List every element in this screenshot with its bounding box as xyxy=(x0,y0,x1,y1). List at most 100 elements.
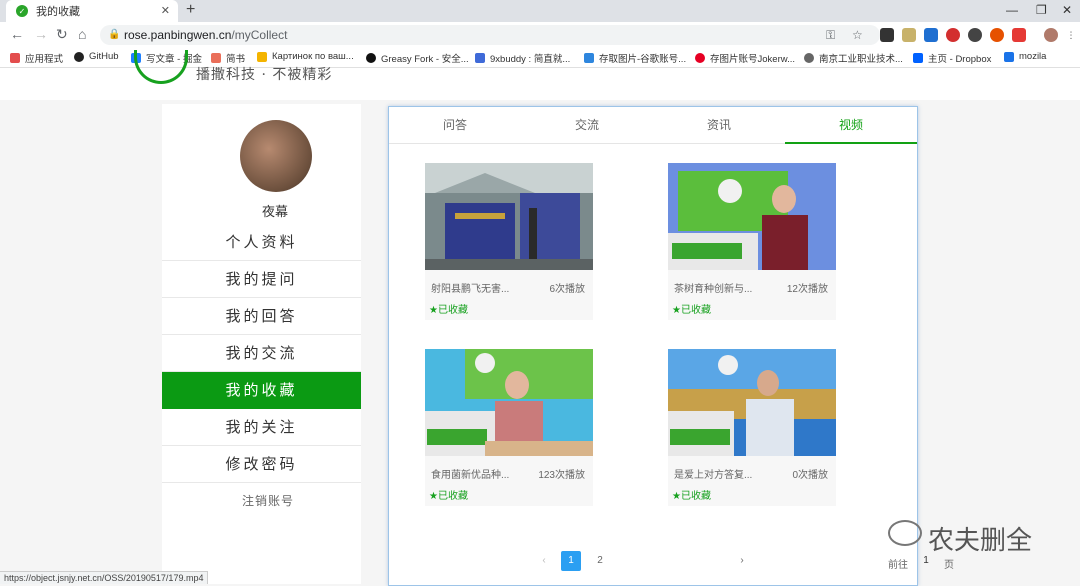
browser-tab[interactable]: ✓ 我的收藏 ✕ xyxy=(6,0,178,22)
video-thumbnail[interactable] xyxy=(668,349,836,456)
status-bar-url: https://object.jsnjy.net.cn/OSS/20190517… xyxy=(0,571,209,584)
key-icon[interactable]: ⚿ xyxy=(826,25,835,45)
sidebar-item-exchanges[interactable]: 我的交流 xyxy=(162,335,361,372)
tab-close-icon[interactable]: ✕ xyxy=(161,4,170,17)
apps-icon xyxy=(10,53,20,63)
site-header: 播撒科技 · 不被精彩 xyxy=(0,50,1080,100)
tab-qa[interactable]: 问答 xyxy=(389,107,521,144)
bookmark-item[interactable]: 简书 xyxy=(211,51,245,65)
video-title[interactable]: 是爱上对方答复... xyxy=(674,466,752,481)
menu-kebab-icon[interactable]: ⋮ xyxy=(1064,28,1078,42)
bookmark-item[interactable]: 南京工业职业技术... xyxy=(804,51,903,65)
image-icon xyxy=(257,51,267,62)
site-slogan: 播撒科技 · 不被精彩 xyxy=(196,67,333,83)
logout-link[interactable]: 注销账号 xyxy=(162,492,374,509)
extension-icon[interactable] xyxy=(924,28,938,42)
collected-badge[interactable]: ★已收藏 xyxy=(429,301,468,316)
avatar[interactable] xyxy=(240,120,312,192)
extension-icon[interactable] xyxy=(1012,28,1026,42)
video-title[interactable]: 茶树育种创新与... xyxy=(674,280,752,295)
video-thumbnail[interactable] xyxy=(425,349,593,456)
wechat-icon xyxy=(888,520,922,546)
dropbox-icon xyxy=(913,53,923,63)
sidebar-item-profile[interactable]: 个人资料 xyxy=(162,224,361,261)
video-thumbnail[interactable] xyxy=(425,163,593,270)
address-bar[interactable]: 🔒 rose.panbingwen.cn/myCollect ⚿ ☆ xyxy=(100,25,880,45)
extension-icon[interactable] xyxy=(902,28,916,42)
collected-badge[interactable]: ★已收藏 xyxy=(672,301,711,316)
9xbuddy-icon xyxy=(475,53,485,63)
studio-thumbnail-image xyxy=(668,163,836,270)
power-icon[interactable] xyxy=(968,28,982,42)
studio-thumbnail-image xyxy=(425,349,593,456)
factory-thumbnail-image xyxy=(425,163,593,270)
home-icon[interactable]: ⌂ xyxy=(78,26,86,42)
collection-panel: 问答 交流 资讯 视频 射阳县鹏飞无害... 6次播放 ★已收藏 茶树育种创新与… xyxy=(388,106,918,586)
video-caption: 射阳县鹏飞无害... 6次播放 ★已收藏 xyxy=(425,270,593,320)
video-card[interactable]: 茶树育种创新与... 12次播放 ★已收藏 xyxy=(668,163,836,323)
adblock-icon[interactable] xyxy=(946,28,960,42)
sidebar-item-collections[interactable]: 我的收藏 xyxy=(162,372,361,409)
tab-exchange[interactable]: 交流 xyxy=(521,107,653,144)
bookmark-item[interactable]: Greasy Fork - 安全... xyxy=(366,51,469,65)
site-logo-icon[interactable] xyxy=(134,50,188,84)
bookmark-item[interactable]: mozila xyxy=(1004,51,1046,62)
bookmark-item[interactable]: 9xbuddy : 简直就... xyxy=(475,51,570,65)
photo-icon xyxy=(584,53,594,63)
studio-thumbnail-image xyxy=(668,349,836,456)
page-number-current[interactable]: 1 xyxy=(561,551,581,571)
restore-button[interactable]: ❐ xyxy=(1036,3,1047,17)
video-title[interactable]: 食用菌新优品种... xyxy=(431,466,509,481)
back-arrow-icon[interactable]: ← xyxy=(10,26,24,42)
sidebar-item-change-password[interactable]: 修改密码 xyxy=(162,446,361,483)
video-card[interactable]: 射阳县鹏飞无害... 6次播放 ★已收藏 xyxy=(425,163,593,323)
play-count: 6次播放 xyxy=(549,284,585,295)
pinterest-icon xyxy=(695,53,705,63)
sidebar-item-following[interactable]: 我的关注 xyxy=(162,409,361,446)
bookmark-item[interactable]: 主页 - Dropbox xyxy=(913,51,991,65)
page-number[interactable]: 2 xyxy=(590,551,610,571)
reload-icon[interactable]: ↻ xyxy=(56,26,68,43)
mozilla-icon xyxy=(1004,51,1014,62)
video-card[interactable]: 食用菌新优品种... 123次播放 ★已收藏 xyxy=(425,349,593,509)
bookmark-item[interactable]: Картинок по ваш... xyxy=(257,51,354,62)
page-body: 播撒科技 · 不被精彩 夜幕 个人资料 我的提问 我的回答 我的交流 我的收藏 … xyxy=(0,50,1080,586)
bookmark-item[interactable]: 存图片账号Jokerw... xyxy=(695,51,795,65)
minimize-button[interactable]: — xyxy=(1006,3,1018,17)
bookmark-item[interactable]: 应用程式 xyxy=(10,51,63,65)
window-close-button[interactable]: ✕ xyxy=(1062,3,1072,17)
play-count: 12次播放 xyxy=(786,284,828,295)
pagination: ‹ 1 2 › xyxy=(389,551,917,575)
bookmark-item[interactable]: 存取图片-谷歌账号... xyxy=(584,51,686,65)
collected-badge[interactable]: ★已收藏 xyxy=(429,487,468,502)
profile-avatar[interactable] xyxy=(1044,28,1058,42)
extension-icon[interactable] xyxy=(990,28,1004,42)
video-caption: 食用菌新优品种... 123次播放 ★已收藏 xyxy=(425,456,593,506)
sidebar-item-answers[interactable]: 我的回答 xyxy=(162,298,361,335)
greasyfork-icon xyxy=(366,53,376,63)
extension-icon[interactable] xyxy=(880,28,894,42)
tab-news[interactable]: 资讯 xyxy=(653,107,785,144)
tab-title: 我的收藏 xyxy=(36,6,80,18)
video-caption: 茶树育种创新与... 12次播放 ★已收藏 xyxy=(668,270,836,320)
browser-toolbar: ← → ↻ ⌂ 🔒 rose.panbingwen.cn/myCollect ⚿… xyxy=(0,22,1080,48)
star-icon[interactable]: ☆ xyxy=(852,25,863,45)
bookmark-item[interactable]: GitHub xyxy=(74,51,119,62)
video-thumbnail[interactable] xyxy=(668,163,836,270)
prev-page-button[interactable]: ‹ xyxy=(537,551,551,571)
collected-badge[interactable]: ★已收藏 xyxy=(672,487,711,502)
tab-video[interactable]: 视频 xyxy=(785,107,917,144)
next-page-button[interactable]: › xyxy=(735,551,749,571)
sidebar-item-questions[interactable]: 我的提问 xyxy=(162,261,361,298)
url-host: rose.panbingwen.cn xyxy=(124,28,232,42)
collection-tabs: 问答 交流 资讯 视频 xyxy=(389,107,917,144)
new-tab-button[interactable]: + xyxy=(186,1,195,19)
site-favicon-icon: ✓ xyxy=(16,5,28,17)
browser-tab-strip: ✓ 我的收藏 ✕ + — ❐ ✕ xyxy=(0,0,1080,22)
video-title[interactable]: 射阳县鹏飞无害... xyxy=(431,280,509,295)
play-count: 123次播放 xyxy=(538,470,585,481)
github-icon xyxy=(74,51,84,62)
forward-arrow-icon[interactable]: → xyxy=(34,26,48,42)
video-card[interactable]: 是爱上对方答复... 0次播放 ★已收藏 xyxy=(668,349,836,509)
watermark-text: 农夫删全 xyxy=(928,526,1033,556)
